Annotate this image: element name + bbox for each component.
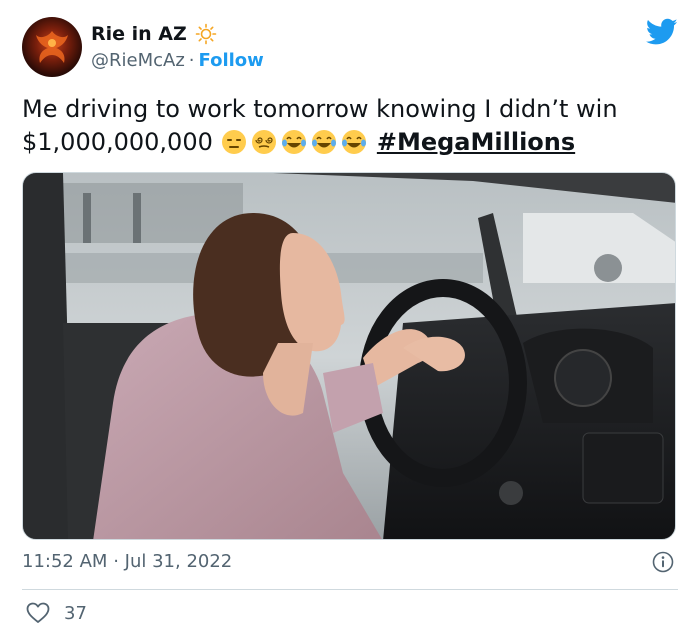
author-handle[interactable]: @RieMcAz bbox=[91, 50, 185, 71]
twitter-bird-icon[interactable] bbox=[646, 18, 678, 46]
like-count: 37 bbox=[64, 602, 87, 624]
tweet-date: Jul 31, 2022 bbox=[124, 551, 233, 572]
timestamp-separator: · bbox=[113, 551, 119, 572]
hashtag-link[interactable]: #MegaMillions bbox=[377, 128, 575, 156]
face-with-tears-of-joy-icon bbox=[341, 130, 366, 154]
face-with-tears-of-joy-icon bbox=[311, 130, 336, 154]
handle-separator: · bbox=[188, 50, 195, 71]
follow-button[interactable]: Follow bbox=[199, 50, 264, 71]
tweet-text: Me driving to work tomorrow knowing I di… bbox=[22, 93, 682, 159]
woman-crying-in-car-image bbox=[23, 173, 675, 539]
author-handle-row: @RieMcAz · Follow bbox=[91, 50, 264, 72]
tweet-photo[interactable] bbox=[22, 172, 676, 540]
avatar[interactable] bbox=[22, 17, 82, 77]
author-display-name[interactable]: Rie in AZ bbox=[91, 22, 187, 46]
divider bbox=[22, 589, 678, 590]
author-name-row: Rie in AZ bbox=[91, 22, 217, 46]
face-with-tears-of-joy-icon bbox=[281, 130, 306, 154]
tweet-text-line2: $1,000,000,000 #MegaMillions bbox=[22, 126, 682, 159]
tweet-amount: $1,000,000,000 bbox=[22, 128, 213, 156]
phoenix-logo-icon bbox=[36, 31, 68, 63]
sun-icon bbox=[195, 23, 217, 45]
heart-icon[interactable] bbox=[26, 602, 50, 624]
tweet-time: 11:52 AM bbox=[22, 551, 108, 572]
face-with-spiral-eyes-icon bbox=[251, 130, 276, 154]
like-row: 37 bbox=[26, 602, 87, 624]
timestamp[interactable]: 11:52 AM · Jul 31, 2022 bbox=[22, 550, 232, 574]
tweet-text-line1: Me driving to work tomorrow knowing I di… bbox=[22, 95, 618, 123]
expressionless-face-icon bbox=[221, 130, 246, 154]
emoji-row bbox=[221, 129, 367, 155]
info-icon[interactable] bbox=[652, 551, 674, 573]
